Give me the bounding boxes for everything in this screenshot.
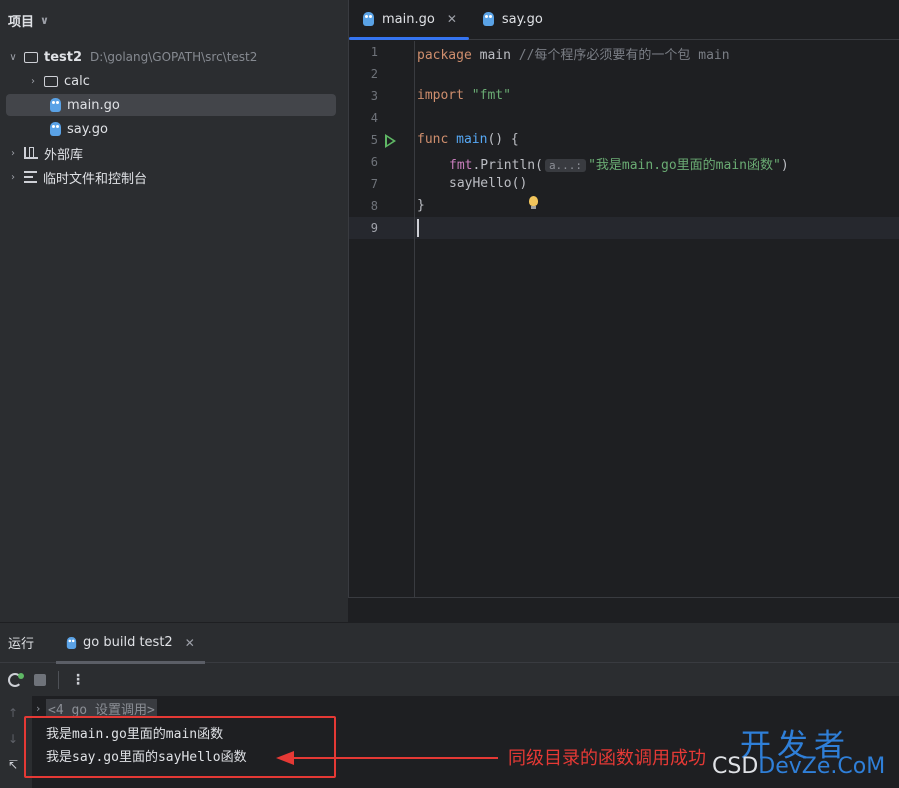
parameter-hint: a...:: [544, 159, 587, 172]
tree-item-label: 外部库: [44, 147, 84, 163]
close-icon[interactable]: ✕: [185, 636, 195, 650]
line-number: 2: [370, 67, 378, 81]
line-number: 9: [370, 221, 378, 235]
tree-item-external-libraries[interactable]: › 外部库: [6, 142, 336, 164]
lightbulb-icon[interactable]: [529, 196, 538, 209]
editor-bottom-bar: [348, 597, 899, 622]
tree-item-main-go[interactable]: main.go: [6, 94, 336, 116]
text-caret: [417, 219, 419, 237]
more-options-icon[interactable]: ⋮: [71, 672, 85, 688]
code-line-1[interactable]: package main //每个程序必须要有的一个包 main: [417, 44, 730, 63]
arrow-up-icon[interactable]: ↑: [8, 706, 18, 720]
tree-item-label: calc: [64, 73, 90, 89]
tab-label: say.go: [501, 11, 543, 27]
run-title: 运行: [8, 637, 35, 652]
project-title: 项目: [8, 14, 35, 30]
library-icon: [24, 147, 38, 159]
tree-item-label: test2: [44, 49, 83, 65]
folder-icon: [24, 51, 38, 63]
run-tab[interactable]: go build test2 ✕: [56, 623, 205, 664]
line-number: 8: [370, 199, 378, 213]
run-tab-label: go build test2: [83, 635, 173, 650]
string-literal: "我是main.go里面的main函数": [588, 158, 781, 173]
annotation-text: 同级目录的函数调用成功: [508, 748, 706, 769]
close-icon[interactable]: ✕: [447, 12, 457, 26]
tree-item-say-go[interactable]: say.go: [6, 118, 336, 140]
line-number: 1: [370, 45, 378, 59]
code-text: }: [417, 198, 425, 213]
line-gutter: 1 2 3 4 5 6 7 8 9: [349, 41, 415, 597]
annotation-box: [24, 716, 336, 778]
tree-item-label: 临时文件和控制台: [43, 171, 148, 187]
tree-item-path: D:\golang\GOPATH\src\test2: [90, 50, 258, 64]
tree-item-test2[interactable]: ∨ test2 D:\golang\GOPATH\src\test2: [6, 46, 336, 68]
function-name: main: [448, 132, 488, 147]
soft-wrap-icon[interactable]: ↸: [8, 758, 18, 772]
go-file-icon: [482, 12, 494, 26]
chevron-right-icon: ›: [36, 702, 41, 715]
project-panel: 项目 ∨ ∨ test2 D:\golang\GOPATH\src\test2 …: [0, 0, 348, 622]
code-line-3[interactable]: import "fmt": [417, 88, 511, 103]
keyword: import: [417, 88, 464, 103]
go-file-icon: [363, 12, 374, 26]
code-line-5[interactable]: func main() {: [417, 132, 519, 147]
annotation-arrow-line: [292, 757, 498, 759]
line-number: 4: [370, 111, 378, 125]
go-file-icon: [66, 636, 77, 649]
tab-main-go[interactable]: main.go ✕: [349, 0, 469, 40]
scratches-icon: [24, 171, 37, 183]
tree-item-calc[interactable]: › calc: [6, 70, 336, 92]
package-ref: fmt: [449, 158, 473, 173]
run-gutter-icon[interactable]: [385, 134, 396, 148]
watermark-prefix: CSD: [712, 754, 759, 779]
tree-item-scratches[interactable]: › 临时文件和控制台: [6, 166, 336, 188]
code-line-7[interactable]: sayHello(): [417, 176, 527, 191]
chevron-down-icon[interactable]: ∨: [40, 14, 49, 27]
stop-icon[interactable]: [34, 674, 46, 686]
rerun-icon[interactable]: [8, 673, 24, 687]
keyword: package: [417, 48, 472, 63]
folder-icon: [44, 75, 58, 87]
watermark-site: CSDDevZe.CoM: [712, 754, 885, 779]
code-text: ): [780, 158, 789, 173]
line-number: 5: [370, 133, 378, 147]
tree-item-label: main.go: [67, 97, 120, 113]
tree-item-label: say.go: [67, 121, 108, 137]
comment: //每个程序必须要有的一个包 main: [518, 48, 730, 63]
code-text: sayHello(): [449, 176, 528, 191]
tab-say-go[interactable]: say.go: [469, 0, 555, 39]
arrow-down-icon[interactable]: ↓: [8, 732, 18, 746]
string-literal: "fmt": [463, 88, 511, 103]
go-file-icon: [50, 98, 61, 112]
chevron-down-icon[interactable]: ∨: [6, 52, 20, 63]
chevron-right-icon[interactable]: ›: [6, 148, 20, 159]
run-toolbar: ⋮: [0, 663, 899, 697]
chevron-right-icon[interactable]: ›: [26, 76, 40, 87]
line-number: 6: [370, 155, 378, 169]
watermark-domain: DevZe.CoM: [758, 754, 886, 779]
line-number: 3: [370, 89, 378, 103]
line-number: 7: [370, 177, 378, 191]
package-name: main: [471, 48, 519, 63]
keyword: func: [417, 132, 449, 147]
go-file-icon: [50, 122, 61, 136]
code-line-8[interactable]: }: [417, 198, 425, 213]
run-header: 运行 go build test2 ✕: [0, 623, 899, 664]
editor: main.go ✕ say.go 1 2 3 4 5 6 7 8 9 packa…: [348, 0, 899, 597]
code-line-6[interactable]: fmt.Println(a...: "我是main.go里面的main函数"): [417, 154, 789, 173]
toolbar-divider: [58, 671, 59, 689]
editor-tabs: main.go ✕ say.go: [349, 0, 899, 40]
code-text: .Println(: [472, 158, 543, 173]
project-header[interactable]: 项目 ∨: [0, 0, 348, 40]
tab-label: main.go: [382, 11, 435, 27]
current-line-highlight: [349, 217, 899, 239]
annotation-arrow-head: [276, 751, 294, 765]
code-text: () {: [487, 132, 519, 147]
chevron-right-icon[interactable]: ›: [6, 172, 20, 183]
